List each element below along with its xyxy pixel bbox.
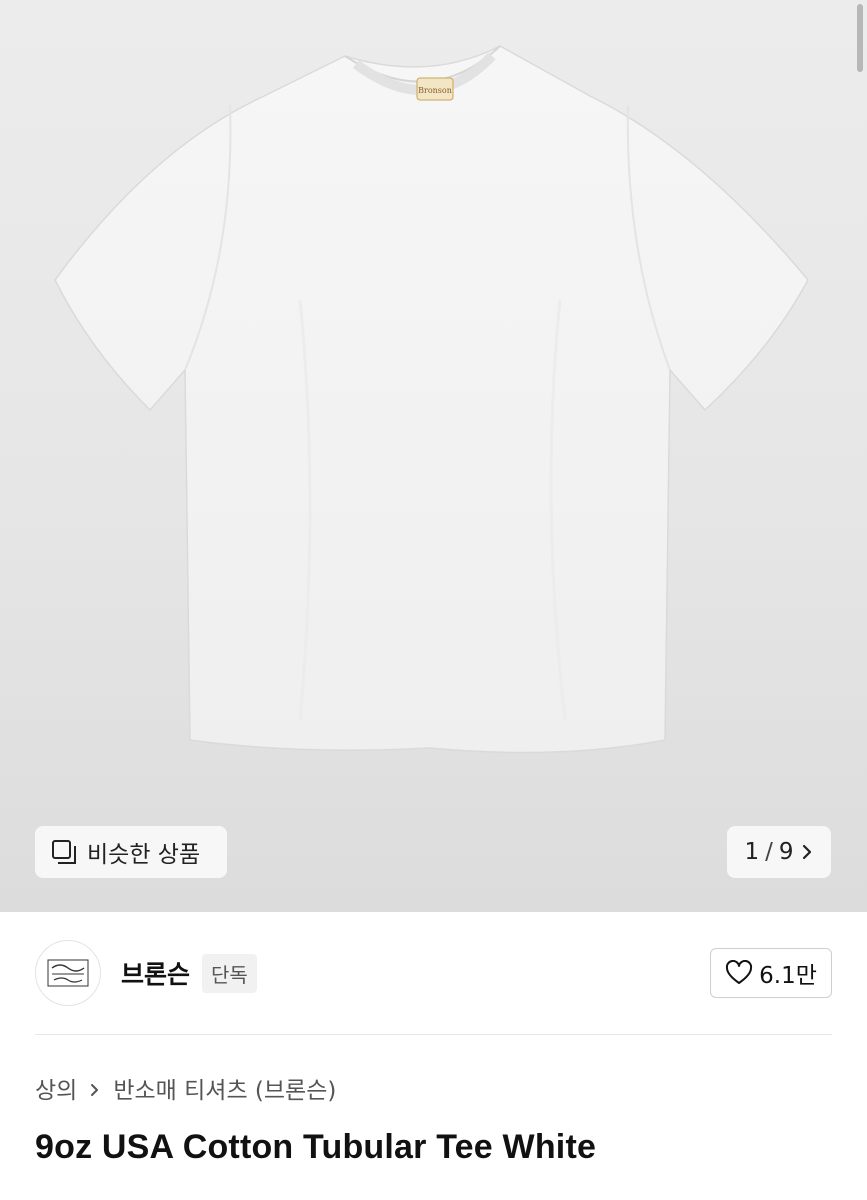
chevron-right-icon	[800, 842, 814, 862]
product-image-gallery[interactable]: Bronson 비슷한 상품 1 / 9	[0, 0, 867, 912]
brand-logo-icon[interactable]	[35, 940, 101, 1006]
svg-text:Bronson: Bronson	[418, 86, 452, 95]
similar-products-label: 비슷한 상품	[87, 842, 201, 868]
similar-products-button[interactable]: 비슷한 상품	[35, 826, 227, 878]
like-button[interactable]: 6.1만	[710, 948, 832, 998]
image-counter-current: 1	[744, 839, 760, 865]
exclusive-badge: 단독	[202, 953, 257, 993]
image-counter-total: 9	[778, 839, 794, 865]
like-count: 6.1만	[759, 963, 817, 989]
divider	[35, 1034, 832, 1035]
image-counter[interactable]: 1 / 9	[727, 826, 831, 878]
breadcrumb: 상의 반소매 티셔츠 (브론슨)	[35, 1070, 336, 1106]
brand-row: 브론슨 단독 6.1만	[35, 940, 832, 1006]
brand-name[interactable]: 브론슨	[121, 955, 190, 991]
scrollbar-thumb[interactable]	[857, 4, 863, 72]
product-image: Bronson	[54, 45, 809, 754]
breadcrumb-item-subcategory[interactable]: 반소매 티셔츠 (브론슨)	[113, 1071, 336, 1105]
chevron-right-icon	[89, 1079, 101, 1097]
product-title: 9oz USA Cotton Tubular Tee White	[35, 1128, 597, 1166]
copy-icon	[51, 839, 77, 865]
heart-icon	[725, 959, 753, 986]
breadcrumb-item-category[interactable]: 상의	[35, 1071, 77, 1105]
image-counter-separator: /	[765, 839, 773, 865]
